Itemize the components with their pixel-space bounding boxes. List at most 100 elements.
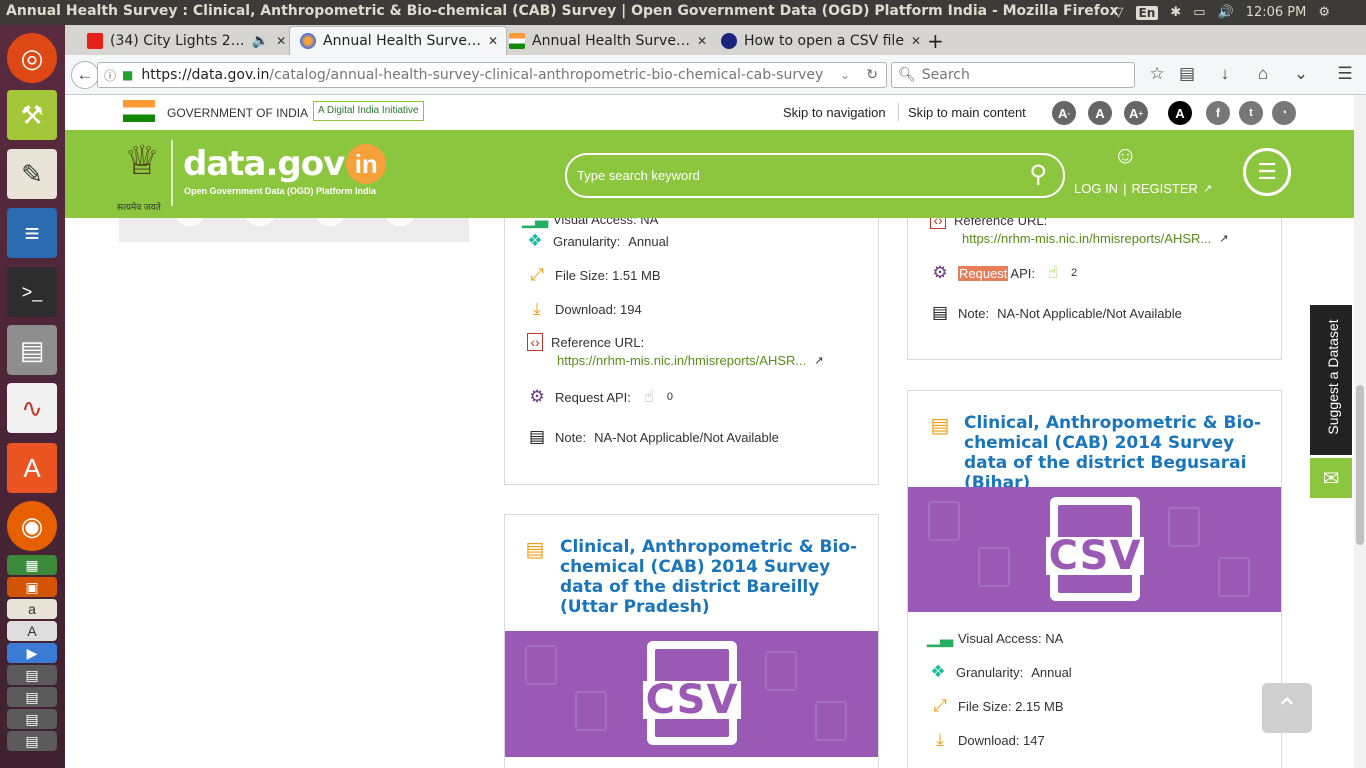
ubuntu-dash-icon[interactable]: ◎ xyxy=(7,33,57,83)
bookmark-star-icon[interactable]: ☆ xyxy=(1146,63,1168,85)
skip-main-link[interactable]: Skip to main content xyxy=(908,105,1026,120)
terminal-icon[interactable]: >_ xyxy=(7,267,57,317)
reference-label: Reference URL: xyxy=(954,218,1048,228)
login-link[interactable]: LOG IN xyxy=(1074,181,1118,196)
twitter-icon[interactable]: t xyxy=(1239,101,1263,125)
hamburger-menu-button[interactable]: ☰ xyxy=(1243,148,1291,196)
disk-icon-3[interactable]: ▤ xyxy=(7,709,57,729)
menu-icon[interactable]: ☰ xyxy=(1334,63,1356,85)
granularity-label: Granularity: xyxy=(956,664,1024,680)
media-player-icon[interactable]: ▶ xyxy=(7,643,57,663)
contrast-label: A xyxy=(1175,105,1185,121)
scrollbar-thumb[interactable] xyxy=(1356,385,1364,545)
font-normal-label: A xyxy=(1095,105,1105,121)
dataset-title-link[interactable]: Clinical, Anthropometric & Bio-chemical … xyxy=(560,537,860,617)
tab-annual-health-2[interactable]: Annual Health Surve… ✕ xyxy=(509,27,707,55)
keyboard-layout[interactable]: En xyxy=(1135,5,1159,20)
bg-doc-shape xyxy=(928,501,960,541)
url-bar[interactable]: ⓘ ■ https://data.gov.in /catalog/annual-… xyxy=(97,62,887,88)
browser-search-input[interactable]: 🔍︎ Search xyxy=(891,62,1135,88)
pocket-icon[interactable]: ⌄ xyxy=(1290,63,1312,85)
site-search-input[interactable]: Type search keyword ⚲ xyxy=(565,153,1065,198)
font-normal-button[interactable]: A xyxy=(1088,101,1112,125)
facebook-icon[interactable]: f xyxy=(1206,101,1230,125)
request-api-label: Request API: xyxy=(555,389,631,405)
back-to-top-button[interactable]: ⌃ xyxy=(1262,683,1312,733)
youtube-icon xyxy=(87,33,103,49)
presentation-icon[interactable]: ▣ xyxy=(7,577,57,597)
file-size-row: ⤢ File Size: 1.51 MB xyxy=(527,265,660,285)
volume-icon[interactable]: 🔊 xyxy=(1218,5,1234,20)
tab-label: Annual Health Surve… xyxy=(323,33,481,49)
dataset-card-bareilly: ▤ Clinical, Anthropometric & Bio-chemica… xyxy=(504,514,879,768)
close-icon[interactable]: ✕ xyxy=(276,34,286,48)
firefox-icon[interactable]: ◉ xyxy=(7,501,57,551)
visual-access-text: Visual Access: NA xyxy=(553,218,659,227)
font-viewer-icon[interactable]: A xyxy=(7,621,57,641)
share-circle-icon-3[interactable] xyxy=(315,218,345,226)
tab-csv-help[interactable]: How to open a CSV file ✕ xyxy=(721,27,921,55)
share-circle-icon-2[interactable] xyxy=(245,218,275,226)
external-link-icon[interactable]: ↗ xyxy=(1219,232,1228,245)
thumbs-up-icon[interactable]: ☝ xyxy=(1043,263,1063,283)
speaker-icon[interactable]: 🔉 xyxy=(252,33,269,49)
clock[interactable]: 12:06 PM xyxy=(1246,5,1307,20)
contrast-button[interactable]: A xyxy=(1168,101,1192,125)
search-icon: 🔍︎ xyxy=(898,67,916,83)
tab-youtube[interactable]: (34) City Lights 2… 🔉 ✕ xyxy=(87,27,286,55)
disk-icon-2[interactable]: ▤ xyxy=(7,687,57,707)
spreadsheet-icon[interactable]: ▦ xyxy=(7,555,57,575)
csv-banner[interactable]: CSV xyxy=(505,631,878,757)
dropdown-icon[interactable]: ⌄ xyxy=(840,68,850,82)
close-icon[interactable]: ✕ xyxy=(911,34,921,48)
battery-icon[interactable]: ▭ xyxy=(1193,5,1205,20)
reference-url-link[interactable]: https://nrhm-mis.nic.in/hmisreports/AHSR… xyxy=(557,353,806,368)
skip-nav-link[interactable]: Skip to navigation xyxy=(783,105,886,120)
tab-annual-health-1[interactable]: Annual Health Surve… ✕ xyxy=(289,26,507,55)
rss-icon[interactable]: ◔ xyxy=(1272,101,1296,125)
android-studio-icon[interactable]: ⚒ xyxy=(7,90,57,140)
suggest-dataset-tab[interactable]: Suggest a Dataset xyxy=(1310,305,1352,455)
granularity-value: Annual xyxy=(1031,664,1072,680)
thumbs-up-icon[interactable]: ☝ xyxy=(639,387,659,407)
external-link-icon[interactable]: ↗ xyxy=(814,354,823,367)
pdf-viewer-icon[interactable]: ∿ xyxy=(7,383,57,433)
url-path: /catalog/annual-health-survey-clinical-a… xyxy=(269,67,824,83)
bluetooth-icon[interactable]: ✱ xyxy=(1170,5,1181,20)
share-circle-icon-4[interactable] xyxy=(385,218,415,226)
close-icon[interactable]: ✕ xyxy=(697,34,707,48)
search-icon[interactable]: ⚲ xyxy=(1029,160,1047,189)
share-circle-icon[interactable] xyxy=(175,218,205,226)
csv-banner[interactable]: CSV xyxy=(908,487,1281,612)
reference-url-link[interactable]: https://nrhm-mis.nic.in/hmisreports/AHSR… xyxy=(962,231,1211,246)
code-file-icon: ‹› xyxy=(527,333,543,351)
register-link[interactable]: REGISTER xyxy=(1131,181,1197,196)
disk-icon[interactable]: ▤ xyxy=(7,665,57,685)
trash-icon[interactable]: ▤ xyxy=(7,731,57,751)
software-center-icon[interactable]: A xyxy=(7,443,57,493)
page-scrollbar[interactable] xyxy=(1354,95,1366,768)
reading-list-icon[interactable]: ▤ xyxy=(1176,63,1198,85)
back-arrow-icon[interactable]: ← xyxy=(71,61,99,89)
power-gear-icon[interactable]: ⚙ xyxy=(1318,5,1330,20)
site-logo[interactable]: data.gov in xyxy=(183,144,387,184)
font-decrease-button[interactable]: A- xyxy=(1052,101,1076,125)
text-editor-icon[interactable]: ✎ xyxy=(7,149,57,199)
dataset-title-link[interactable]: Clinical, Anthropometric & Bio-chemical … xyxy=(964,413,1264,493)
text-app-icon[interactable]: a xyxy=(7,599,57,619)
tab-label: Annual Health Surve… xyxy=(532,33,690,49)
home-icon[interactable]: ⌂ xyxy=(1252,63,1274,85)
reload-icon[interactable]: ↻ xyxy=(866,67,878,83)
reference-label: Reference URL: xyxy=(551,334,645,350)
download-icon[interactable]: ↓ xyxy=(1214,63,1236,85)
info-icon[interactable]: ⓘ xyxy=(104,67,116,84)
new-tab-button[interactable]: + xyxy=(927,27,944,55)
wifi-icon[interactable]: ▽ xyxy=(1114,5,1124,20)
files-icon[interactable]: ▤ xyxy=(7,325,57,375)
feedback-chat-icon[interactable]: ✉ xyxy=(1310,458,1352,498)
file-size-text: File Size: 2.15 MB xyxy=(958,698,1064,714)
font-increase-button[interactable]: A + xyxy=(1124,101,1148,125)
close-icon[interactable]: ✕ xyxy=(488,34,498,48)
digital-india-badge[interactable]: A Digital India Initiative xyxy=(313,101,424,121)
writer-icon[interactable]: ≡ xyxy=(7,208,57,258)
